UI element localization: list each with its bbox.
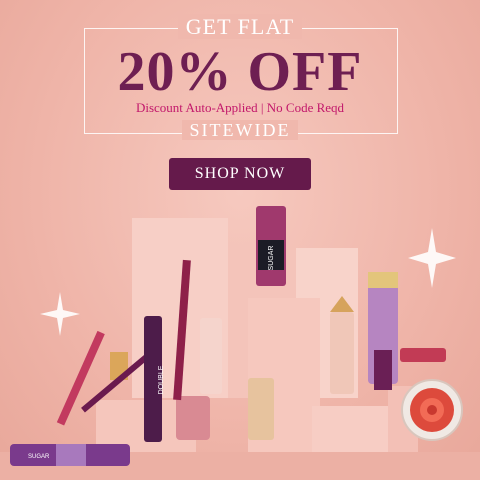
pedestal-block — [312, 406, 392, 458]
sparkle-icon — [408, 228, 456, 288]
lip-gloss — [176, 396, 210, 440]
svg-text:DOUBLE: DOUBLE — [158, 365, 165, 394]
svg-text:SUGAR: SUGAR — [268, 246, 275, 271]
lip-gloss — [330, 312, 354, 394]
promo-banner: GET FLAT 20% OFF Discount Auto-Applied |… — [0, 0, 480, 480]
lip-gloss — [200, 318, 222, 394]
discount-headline: 20% OFF — [117, 41, 363, 103]
get-flat-text: GET FLAT — [0, 14, 480, 40]
svg-text:SUGAR: SUGAR — [28, 454, 50, 460]
lip-gloss — [248, 378, 274, 440]
lipstick — [400, 348, 446, 362]
sparkle-icon — [40, 292, 80, 336]
sitewide-text: SITEWIDE — [0, 120, 480, 141]
product-illustration: SUGAR DOUBLE SUGAR — [0, 206, 480, 480]
product-scene: SUGAR DOUBLE SUGAR — [0, 200, 480, 480]
discount-subline: Discount Auto-Applied | No Code Reqd — [135, 100, 345, 115]
shop-now-button[interactable]: SHOP NOW — [169, 158, 311, 190]
